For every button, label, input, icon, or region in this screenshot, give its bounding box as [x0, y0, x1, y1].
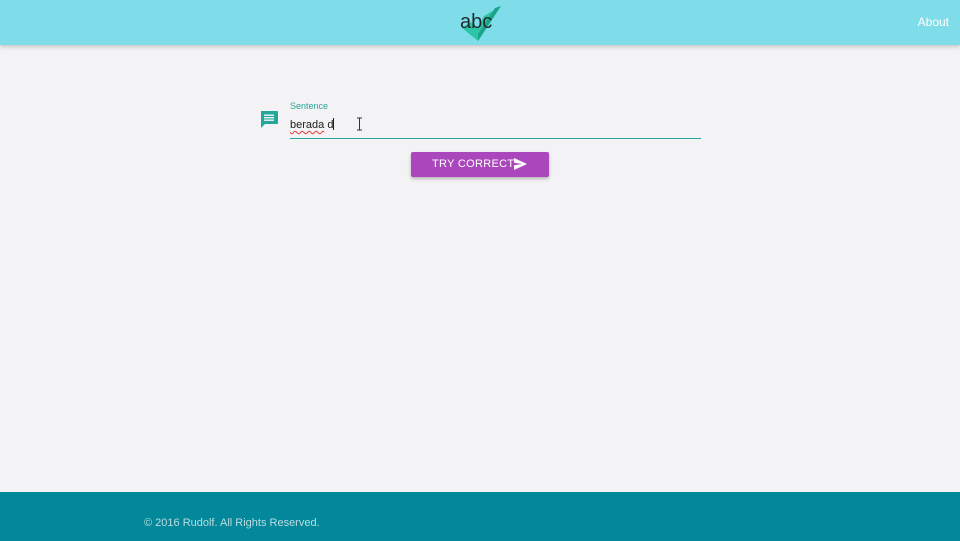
- sentence-field: Sentence berada d: [290, 98, 701, 142]
- top-app-bar: abc About: [0, 0, 960, 45]
- abc-checkmark-logo[interactable]: abc: [457, 4, 503, 42]
- text-cursor-icon: [356, 117, 363, 131]
- page: abc About Sentence berada d TRY CORRECT: [0, 0, 960, 541]
- try-correct-label: TRY CORRECT: [432, 158, 515, 170]
- sentence-input[interactable]: [290, 116, 701, 139]
- logo-text: abc: [460, 11, 492, 33]
- send-icon: [514, 158, 527, 170]
- about-link[interactable]: About: [918, 15, 949, 29]
- comment-icon: [259, 109, 279, 129]
- try-correct-button[interactable]: TRY CORRECT: [411, 152, 549, 177]
- copyright-text: © 2016 Rudolf. All Rights Reserved.: [144, 517, 320, 529]
- footer: © 2016 Rudolf. All Rights Reserved.: [0, 492, 960, 541]
- sentence-label: Sentence: [290, 101, 329, 111]
